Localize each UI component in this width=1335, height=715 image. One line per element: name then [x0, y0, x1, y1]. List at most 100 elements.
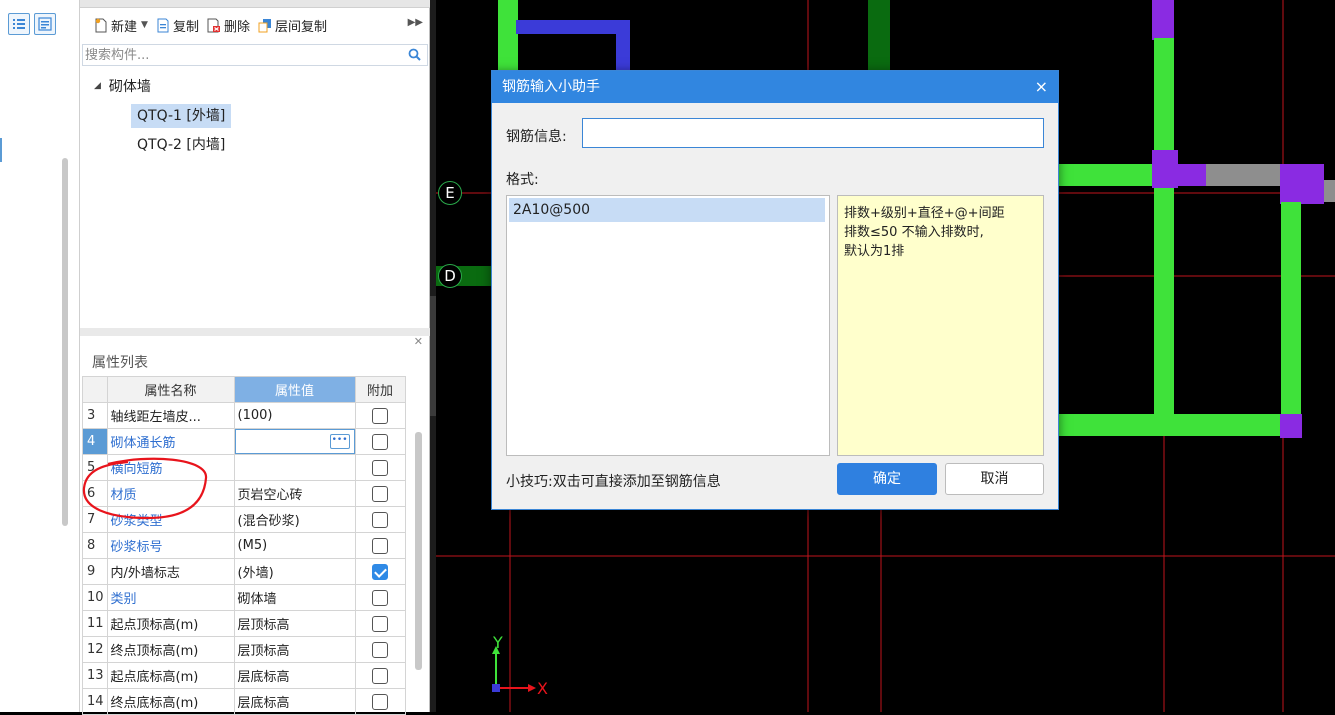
help-line: 排数≤50 不输入排数时,	[844, 225, 984, 240]
table-row[interactable]: 10 类别 砌体墙	[82, 584, 406, 611]
extra-checkbox-cell	[354, 402, 406, 429]
close-icon[interactable]: ×	[1035, 71, 1048, 103]
rebar-info-input[interactable]	[582, 118, 1044, 148]
list-item[interactable]: 2A10@500	[509, 198, 825, 222]
property-value[interactable]: 层顶标高	[233, 636, 356, 663]
row-number: 4	[82, 428, 108, 455]
new-button[interactable]: 新建 ▼	[90, 13, 152, 37]
row-number: 13	[82, 662, 108, 689]
extra-checkbox[interactable]	[372, 537, 389, 554]
close-icon[interactable]: ✕	[414, 335, 423, 348]
property-scrollbar[interactable]	[415, 432, 422, 670]
list-view-button[interactable]	[8, 13, 30, 35]
panel-header-strip	[80, 0, 430, 8]
cancel-button[interactable]: 取消	[945, 463, 1044, 495]
table-row[interactable]: 5 横向短筋	[82, 454, 406, 481]
extra-checkbox[interactable]	[372, 589, 389, 606]
extra-checkbox[interactable]	[372, 511, 389, 528]
table-row[interactable]: 3 轴线距左墙皮... (100)	[82, 402, 406, 429]
property-value[interactable]: 页岩空心砖	[233, 480, 356, 507]
wall-segment	[1056, 164, 1161, 186]
extra-checkbox[interactable]	[372, 615, 389, 632]
property-value[interactable]: 层底标高	[233, 688, 356, 715]
detail-view-button[interactable]	[34, 13, 56, 35]
table-row[interactable]: 9 内/外墙标志 (外墙)	[82, 558, 406, 585]
row-number: 6	[82, 480, 108, 507]
copy-button[interactable]: 复制	[152, 13, 203, 37]
tree-group-masonry-wall[interactable]: ◢ 砌体墙	[94, 76, 151, 96]
x-axis-arrow	[528, 684, 536, 692]
table-row[interactable]: 7 砂浆类型 (混合砂浆)	[82, 506, 406, 533]
property-value[interactable]: 层底标高	[233, 662, 356, 689]
floor-copy-icon	[258, 18, 271, 32]
property-value[interactable]: 层顶标高	[233, 610, 356, 637]
tree-item-qtq-1[interactable]: QTQ-1 [外墙]	[131, 104, 232, 128]
property-value[interactable]: (外墙)	[233, 558, 356, 585]
column-header-name[interactable]: 属性名称	[106, 376, 235, 403]
detail-view-icon	[38, 17, 52, 31]
search-icon[interactable]	[408, 48, 421, 62]
rebar-input-helper-dialog: 钢筋输入小助手 × 钢筋信息: 格式: 2A10@500 排数+级别+直径+@+…	[491, 70, 1059, 510]
format-label: 格式:	[506, 172, 539, 188]
component-toolbar: 新建 ▼ 复制 删除 层间复制	[80, 10, 430, 40]
table-row[interactable]: 4 砌体通长筋 •••	[82, 428, 406, 455]
table-row[interactable]: 13 起点底标高(m) 层底标高	[82, 662, 406, 689]
extra-checkbox-checked[interactable]	[372, 563, 389, 580]
row-number: 11	[82, 610, 108, 637]
extra-checkbox[interactable]	[372, 485, 389, 502]
table-row[interactable]: 12 终点顶标高(m) 层顶标高	[82, 636, 406, 663]
axis-label-e: E	[438, 181, 462, 205]
panel-splitter[interactable]	[80, 328, 430, 336]
left-scrollbar[interactable]	[62, 158, 68, 526]
tip-text: 小技巧:双击可直接添加至钢筋信息	[506, 474, 721, 490]
property-value[interactable]	[233, 454, 356, 481]
row-number: 10	[82, 584, 108, 611]
column	[1176, 164, 1206, 186]
search-input[interactable]	[83, 45, 393, 65]
property-value[interactable]: (M5)	[233, 532, 356, 559]
selection-marker	[0, 138, 2, 162]
tree-item-qtq-2[interactable]: QTQ-2 [内墙]	[131, 133, 231, 157]
row-number: 7	[82, 506, 108, 533]
property-value[interactable]: (混合砂浆)	[233, 506, 356, 533]
extra-checkbox[interactable]	[372, 459, 389, 476]
property-name: 砂浆标号	[106, 532, 235, 559]
table-row[interactable]: 8 砂浆标号 (M5)	[82, 532, 406, 559]
axis-label-d: D	[438, 264, 462, 288]
more-options-button[interactable]: •••	[329, 434, 350, 449]
property-value[interactable]: 砌体墙	[233, 584, 356, 611]
extra-checkbox[interactable]	[372, 433, 389, 450]
format-list: 2A10@500	[506, 195, 830, 456]
property-name: 起点底标高(m)	[106, 662, 235, 689]
format-help-box: 排数+级别+直径+@+间距 排数≤50 不输入排数时, 默认为1排	[837, 195, 1044, 456]
chevron-down-icon[interactable]: ▼	[141, 20, 148, 30]
column	[1280, 164, 1324, 204]
extra-checkbox[interactable]	[372, 693, 389, 710]
ok-button[interactable]: 确定	[837, 463, 937, 495]
extra-checkbox[interactable]	[372, 407, 389, 424]
property-value-input[interactable]: •••	[235, 429, 355, 454]
wall-segment	[1281, 202, 1301, 418]
row-number: 5	[82, 454, 108, 481]
table-row[interactable]: 11 起点顶标高(m) 层顶标高	[82, 610, 406, 637]
property-value[interactable]: (100)	[233, 402, 356, 429]
column-header-value[interactable]: 属性值	[233, 376, 356, 403]
delete-icon	[207, 18, 220, 32]
row-number: 9	[82, 558, 108, 585]
property-name: 砌体通长筋	[106, 428, 235, 455]
extra-checkbox-cell	[354, 662, 406, 689]
row-number: 14	[82, 688, 108, 715]
y-axis-label: Y	[492, 633, 503, 652]
wall-segment	[1206, 164, 1282, 186]
table-row[interactable]: 6 材质 页岩空心砖	[82, 480, 406, 507]
toolbar-overflow-icon[interactable]: ▶▶	[408, 17, 423, 28]
delete-button[interactable]: 删除	[203, 13, 254, 37]
table-row[interactable]: 14 终点底标高(m) 层底标高	[82, 688, 406, 715]
extra-checkbox[interactable]	[372, 641, 389, 658]
column-header-extra[interactable]: 附加	[354, 376, 406, 403]
copy-label: 复制	[172, 19, 199, 35]
floor-copy-button[interactable]: 层间复制	[254, 13, 331, 37]
wall-segment	[868, 0, 890, 70]
collapse-triangle-icon[interactable]: ◢	[94, 81, 101, 91]
extra-checkbox[interactable]	[372, 667, 389, 684]
